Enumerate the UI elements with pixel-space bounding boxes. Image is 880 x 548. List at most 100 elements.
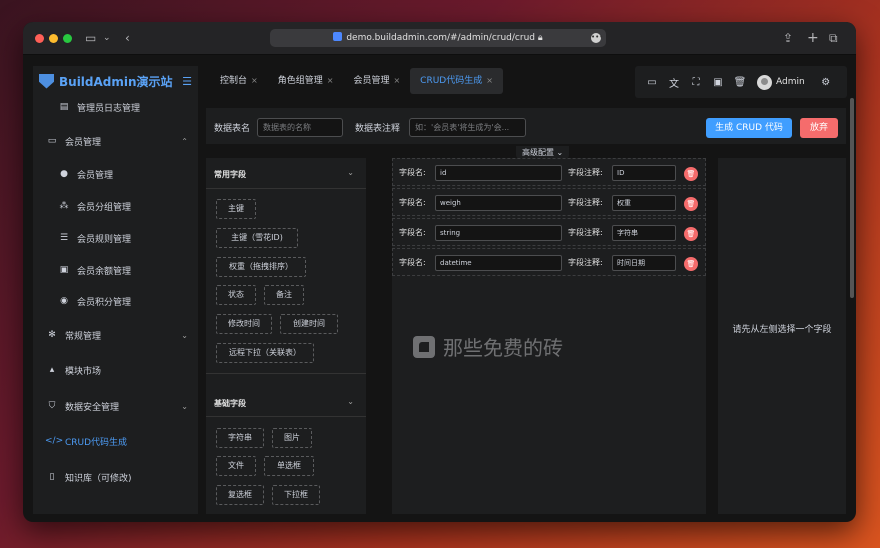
field-comment-input[interactable]: 权重 — [612, 195, 676, 211]
tab-member[interactable]: 会员管理 × — [343, 66, 410, 96]
field-chip[interactable]: 下拉框 — [272, 485, 320, 505]
translate-icon[interactable]: 文 — [663, 75, 685, 90]
watermark-logo-icon — [413, 335, 435, 358]
sidebar-toggle-icon[interactable]: ▭ — [85, 29, 96, 47]
delete-icon[interactable]: 🗑︎ — [684, 227, 698, 241]
table-config-bar: 数据表名 数据表的名称 数据表注释 如：'会员表'将生成为'会... 生成 CR… — [206, 108, 846, 144]
delete-icon[interactable]: 🗑︎ — [684, 197, 698, 211]
points-icon: ◉ — [60, 296, 68, 306]
sidebar-item-member-manage[interactable]: ● 会员管理 — [33, 161, 198, 187]
more-icon[interactable]: ••• — [591, 33, 603, 43]
field-chip[interactable]: 单选框 — [264, 456, 314, 476]
tab-dashboard[interactable]: 控制台 × — [210, 66, 268, 96]
field-chip[interactable]: 状态 — [216, 285, 256, 305]
sidebar-item-member-balance[interactable]: ▣ 会员余额管理 — [33, 257, 198, 283]
sidebar-item-knowledge[interactable]: ▯ 知识库（可修改) — [33, 464, 198, 490]
monitor-icon[interactable]: ▭ — [641, 77, 663, 88]
list-icon: ☰ — [59, 233, 69, 243]
new-tab-icon[interactable]: + — [807, 29, 819, 47]
sidebar: BuildAdmin演示站 ☰ ▤ 管理员日志管理 ▭ 会员管理 ⌃ ● 会员管… — [33, 66, 198, 514]
id-card-icon: ▭ — [47, 136, 57, 146]
delete-icon[interactable]: 🗑︎ — [684, 167, 698, 181]
minimize-window-button[interactable] — [49, 34, 58, 43]
close-icon[interactable]: × — [393, 76, 400, 85]
field-chip[interactable]: 图片 — [272, 428, 312, 448]
cancel-button[interactable]: 放弃 — [800, 118, 838, 138]
close-icon[interactable]: × — [327, 76, 334, 85]
field-chip[interactable]: 创建时间 — [280, 314, 338, 334]
chevron-down-icon[interactable]: ⌄ — [347, 397, 354, 406]
sidebar-item-label: CRUD代码生成 — [65, 437, 128, 448]
sidebar-item-label: 会员规则管理 — [77, 234, 132, 245]
field-name-input[interactable]: id — [435, 165, 562, 181]
field-chip[interactable]: 主键（雪花ID) — [216, 228, 298, 248]
table-comment-label: 数据表注释 — [355, 124, 401, 134]
page-scrollbar[interactable] — [850, 98, 854, 298]
field-chip[interactable]: 复选框 — [216, 485, 264, 505]
brand-title: BuildAdmin演示站 — [59, 74, 173, 89]
sidebar-item-module-market[interactable]: ▴ 模块市场 — [33, 357, 198, 383]
common-fields-title[interactable]: 常用字段 — [214, 169, 246, 180]
table-comment-input[interactable]: 如：'会员表'将生成为'会... — [409, 118, 526, 137]
field-row[interactable]: 字段名: string 字段注释: 字符串 🗑︎ — [392, 218, 706, 246]
menu-fold-icon[interactable]: ☰ — [182, 75, 192, 88]
brand[interactable]: BuildAdmin演示站 — [39, 72, 173, 90]
field-chip[interactable]: 字符串 — [216, 428, 264, 448]
sidebar-item-member-points[interactable]: ◉ 会员积分管理 — [33, 288, 198, 314]
sidebar-item-member-rule[interactable]: ☰ 会员规则管理 — [33, 225, 198, 251]
field-chip[interactable]: 主键 — [216, 199, 256, 219]
tabs-overview-icon[interactable]: ⧉ — [829, 29, 838, 47]
field-name-label: 字段名: — [399, 258, 426, 267]
avatar[interactable] — [757, 74, 772, 90]
field-comment-label: 字段注释: — [568, 258, 603, 267]
field-row[interactable]: 字段名: weigh 字段注释: 权重 🗑︎ — [392, 188, 706, 216]
sidebar-item-data-security[interactable]: ⛉ 数据安全管理 ⌄ — [33, 393, 198, 419]
chevron-down-icon[interactable]: ⌄ — [347, 168, 354, 177]
field-comment-input[interactable]: ID — [612, 165, 676, 181]
watermark-text: 那些免费的砖 — [443, 336, 563, 360]
tab-role-group[interactable]: 角色组管理 × — [268, 66, 344, 96]
trash-icon[interactable]: 🗑︎ — [729, 77, 751, 88]
table-name-input[interactable]: 数据表的名称 — [257, 118, 343, 137]
field-chip[interactable]: 修改时间 — [216, 314, 272, 334]
settings-icon[interactable]: ⚙ — [815, 77, 837, 88]
sidebar-item-admin-log[interactable]: ▤ 管理员日志管理 — [33, 94, 198, 120]
tab-crud[interactable]: CRUD代码生成 × — [410, 68, 503, 94]
code-icon: </> — [45, 436, 64, 446]
sidebar-item-member[interactable]: ▭ 会员管理 ⌃ — [33, 128, 198, 154]
field-name-input[interactable]: weigh — [435, 195, 562, 211]
chevron-down-icon[interactable]: ⌄ — [103, 29, 111, 47]
field-chip[interactable]: 权重（拖拽排序） — [216, 257, 306, 277]
field-chip[interactable]: 文件 — [216, 456, 256, 476]
field-name-input[interactable]: string — [435, 225, 562, 241]
browser-toolbar: ▭ ⌄ ‹ demo.buildadmin.com/#/admin/crud/c… — [23, 22, 856, 55]
field-chip[interactable]: 备注 — [264, 285, 304, 305]
address-bar[interactable]: demo.buildadmin.com/#/admin/crud/crud 🔒︎… — [270, 29, 606, 47]
field-row[interactable]: 字段名: datetime 字段注释: 时间日期 🗑︎ — [392, 248, 706, 276]
field-chip[interactable]: 远程下拉（关联表） — [216, 343, 314, 363]
admin-name[interactable]: Admin — [776, 77, 805, 87]
sidebar-item-routine[interactable]: ✻ 常规管理 ⌄ — [33, 322, 198, 348]
delete-icon[interactable]: 🗑︎ — [684, 257, 698, 271]
zoom-window-button[interactable] — [63, 34, 72, 43]
sidebar-item-crud[interactable]: </> CRUD代码生成 — [33, 428, 198, 454]
browser-window: ▭ ⌄ ‹ demo.buildadmin.com/#/admin/crud/c… — [23, 22, 856, 522]
terminal-icon[interactable]: ▣ — [707, 77, 729, 88]
fullscreen-icon[interactable]: ⛶ — [685, 77, 707, 88]
back-icon[interactable]: ‹ — [125, 29, 130, 47]
field-comment-input[interactable]: 字符串 — [612, 225, 676, 241]
field-name-input[interactable]: datetime — [435, 255, 562, 271]
close-icon[interactable]: × — [251, 76, 258, 85]
field-name-label: 字段名: — [399, 168, 426, 177]
header-tools: ▭ 文 ⛶ ▣ 🗑︎ Admin ⚙ — [635, 66, 847, 98]
field-comment-input[interactable]: 时间日期 — [612, 255, 676, 271]
generate-crud-button[interactable]: 生成 CRUD 代码 — [706, 118, 792, 138]
money-icon: ▣ — [59, 265, 69, 275]
close-icon[interactable]: × — [486, 76, 493, 85]
sidebar-item-member-group[interactable]: ⁂ 会员分组管理 — [33, 193, 198, 219]
share-icon[interactable]: ⇪ — [783, 29, 793, 47]
field-row[interactable]: 字段名: id 字段注释: ID 🗑︎ — [392, 158, 706, 186]
sidebar-item-label: 会员余额管理 — [77, 266, 132, 277]
close-window-button[interactable] — [35, 34, 44, 43]
basic-fields-title[interactable]: 基础字段 — [214, 398, 246, 409]
